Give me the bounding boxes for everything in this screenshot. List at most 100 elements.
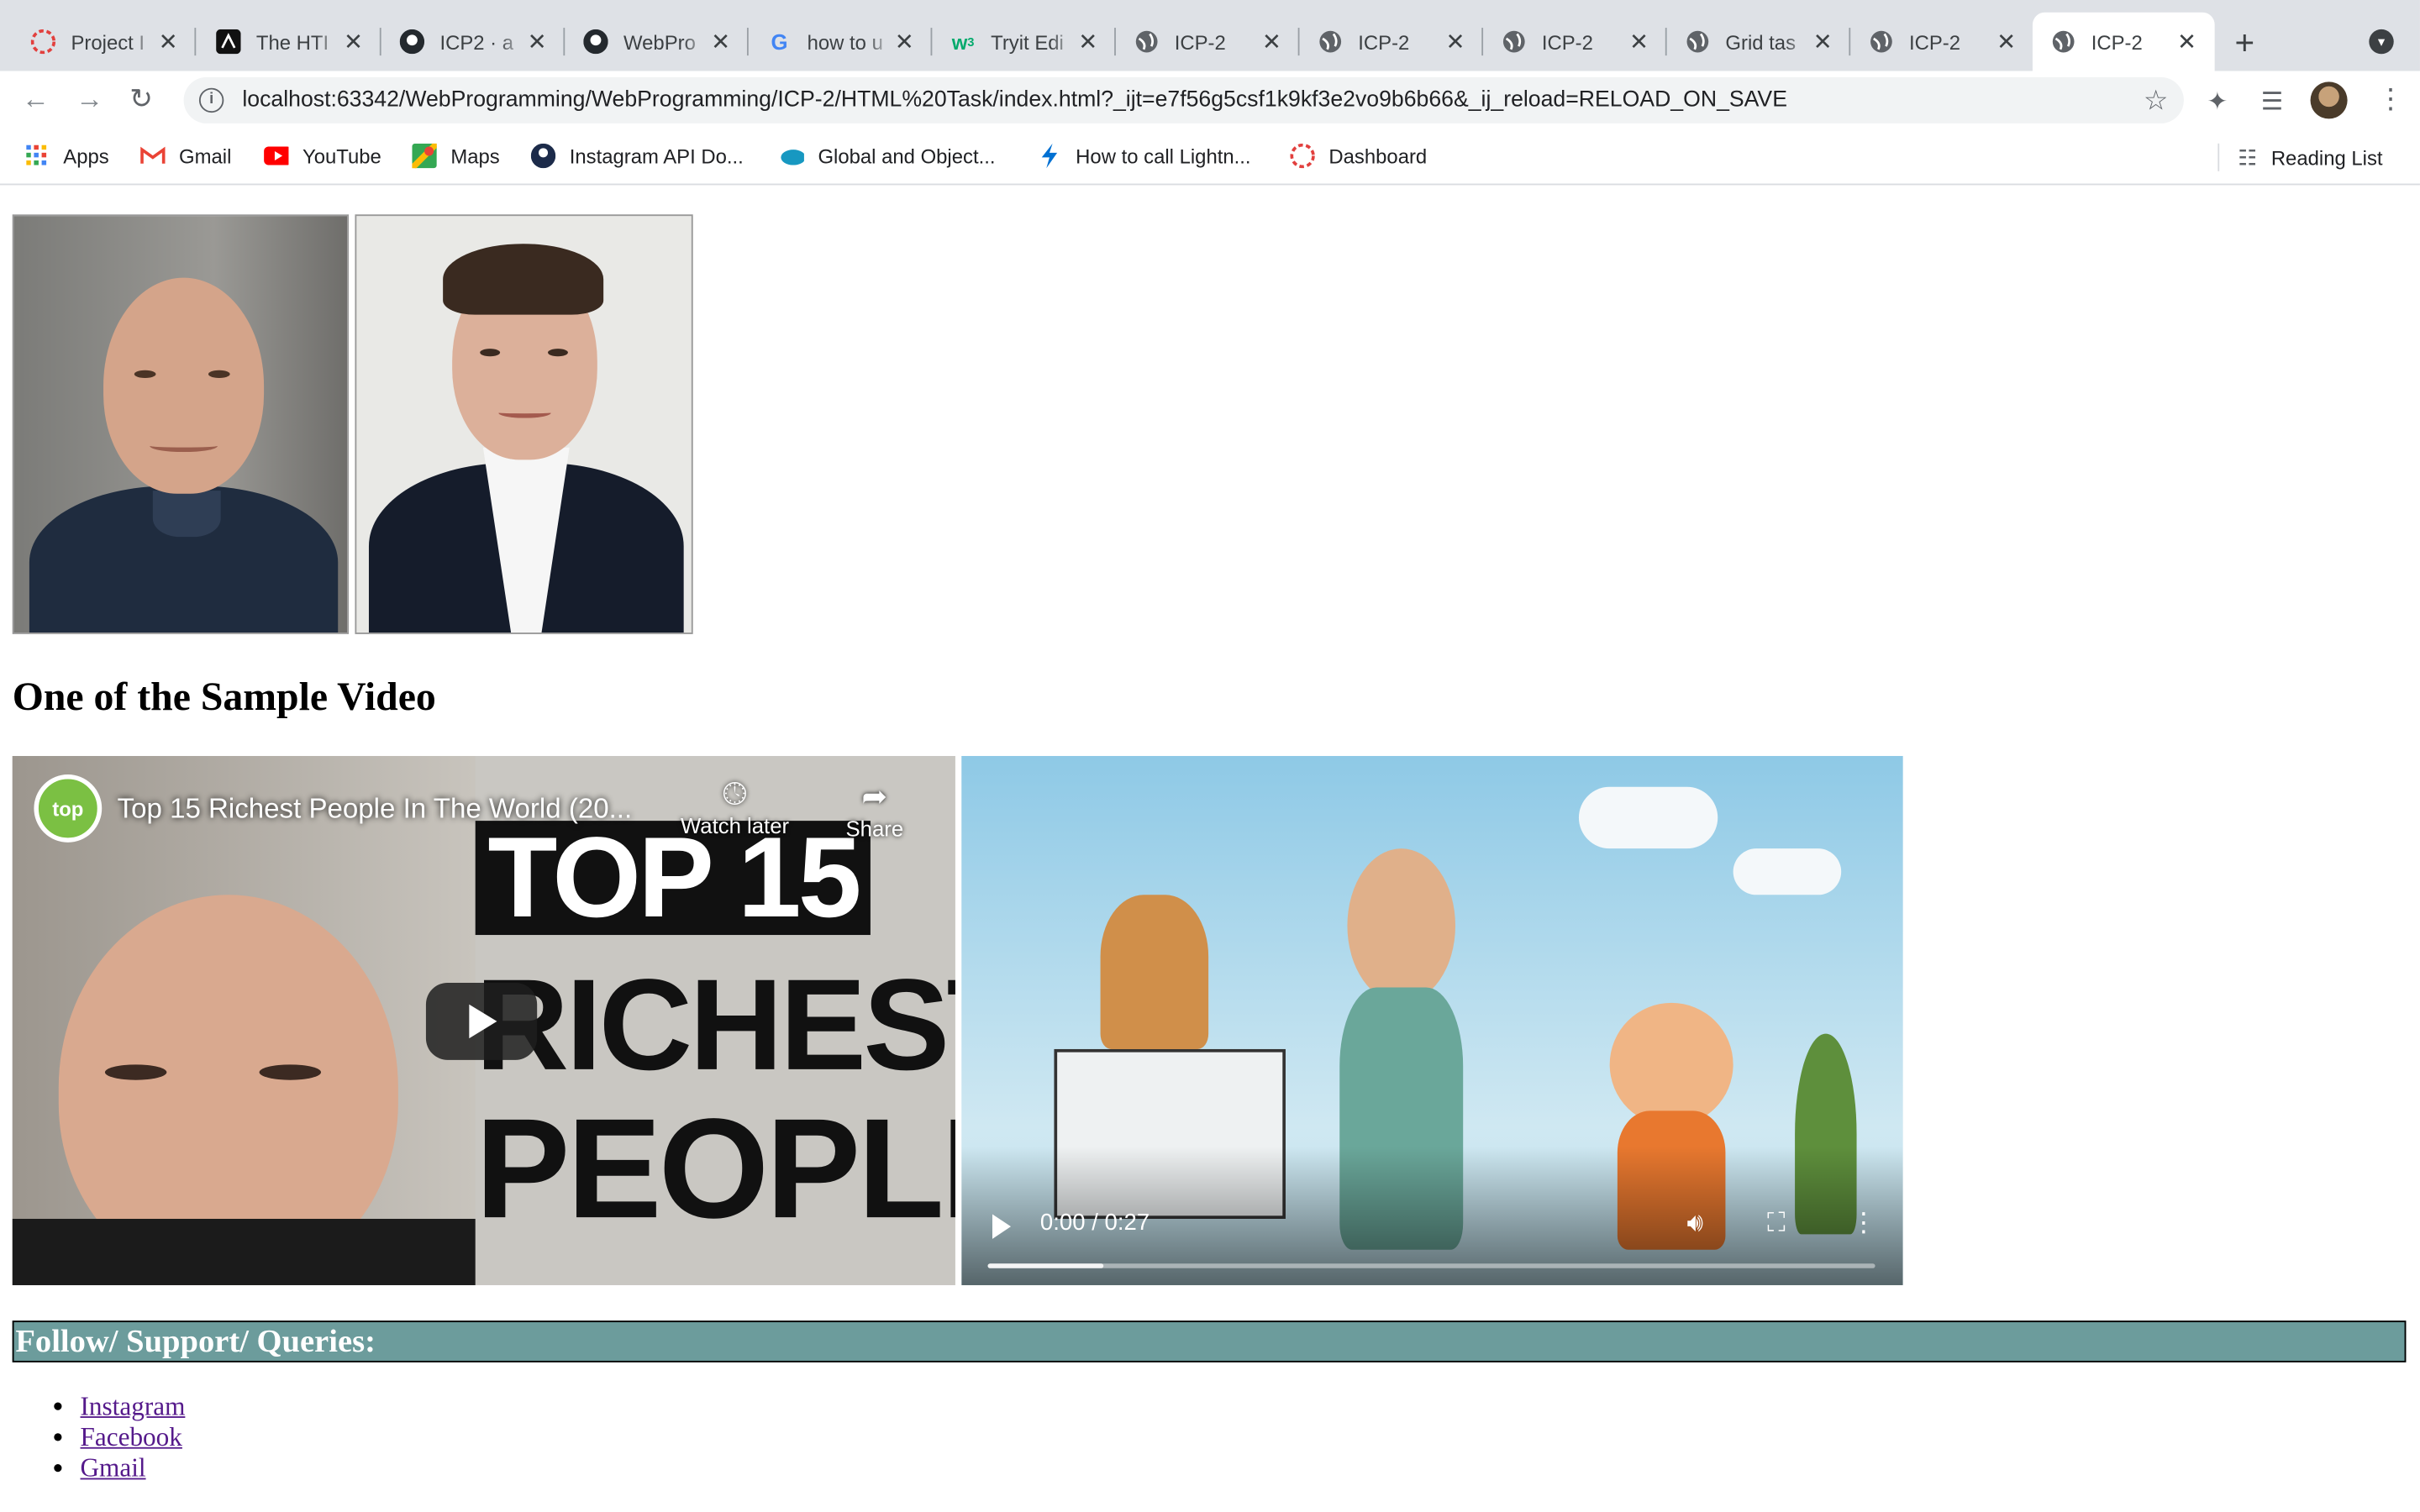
tab-title: Tryit Edi [991, 29, 1064, 54]
tab-title: ICP-2 [1174, 29, 1226, 54]
bookmark-star-icon[interactable]: ☆ [2144, 84, 2169, 117]
tab-1[interactable]: The HTI ✕ [197, 13, 381, 71]
tab-title: Grid tas [1725, 29, 1797, 54]
close-icon[interactable]: ✕ [2175, 28, 2199, 55]
tab-strip: Project I ✕ The HTI ✕ ICP2 · a ✕ WebPro … [0, 0, 2420, 71]
reload-icon[interactable]: ↻ [129, 83, 153, 116]
close-icon[interactable]: ✕ [1810, 28, 1834, 55]
globe-icon [1318, 29, 1343, 54]
cloud-icon [780, 144, 804, 168]
volume-icon[interactable]: 🔊︎ [1687, 1208, 1704, 1239]
tab-8[interactable]: ICP-2 ✕ [1483, 13, 1667, 71]
gmail-link[interactable]: Gmail [81, 1453, 146, 1483]
watch-later-button[interactable]: 🕓︎ Watch later [681, 778, 789, 838]
facebook-link[interactable]: Facebook [81, 1422, 182, 1452]
tab-11-active[interactable]: ICP-2 ✕ [2032, 12, 2215, 71]
bookmark-label: Maps [450, 144, 500, 168]
bookmark-instagram-api[interactable]: Instagram API Do... [530, 143, 744, 169]
video-title[interactable]: Top 15 Richest People In The World (20..… [118, 793, 633, 826]
tab-3[interactable]: WebPro ✕ [565, 13, 749, 71]
close-icon[interactable]: ✕ [1627, 28, 1651, 55]
list-item: Instagram [81, 1392, 186, 1423]
reading-list-icon: ☷ [2238, 144, 2258, 170]
media-queue-icon[interactable]: ☰ [2261, 87, 2283, 118]
share-label: Share [845, 816, 904, 842]
bookmark-lightning[interactable]: How to call Lightn... [1037, 143, 1251, 169]
more-options-kebab-icon[interactable]: ⋮ [1850, 1208, 1876, 1239]
bookmark-maps[interactable]: Maps [412, 143, 500, 169]
bookmark-label: YouTube [302, 144, 381, 168]
page-viewport[interactable]: One of the Sample Video TOP 15 RICHEST P… [0, 186, 2420, 1512]
share-button[interactable]: ➦ Share [846, 778, 904, 841]
forward-arrow-icon[interactable]: → [76, 83, 103, 116]
salesforce-icon [30, 29, 56, 55]
bookmark-youtube[interactable]: YouTube [264, 144, 381, 168]
bookmark-gmail[interactable]: Gmail [140, 144, 231, 168]
new-tab-plus-icon[interactable]: + [2235, 24, 2255, 64]
github-icon [583, 29, 608, 55]
back-arrow-icon[interactable]: ← [22, 83, 50, 116]
tab-0[interactable]: Project I ✕ [13, 13, 197, 71]
thumbnail-headline-1: TOP 15 [475, 820, 871, 936]
profile-avatar[interactable] [2310, 81, 2348, 119]
youtube-embed[interactable]: TOP 15 RICHEST PEOPLE top Top 15 Richest… [12, 755, 955, 1285]
close-icon[interactable]: ✕ [341, 28, 366, 55]
close-icon[interactable]: ✕ [524, 28, 549, 55]
menu-kebab-icon[interactable]: ⋮ [2377, 83, 2405, 116]
tab-7[interactable]: ICP-2 ✕ [1300, 13, 1484, 71]
tab-title: ICP-2 [1908, 29, 1961, 54]
reading-list-button[interactable]: ☷ Reading List [2217, 143, 2383, 171]
bookmark-global-object[interactable]: Global and Object... [780, 144, 995, 168]
close-icon[interactable]: ✕ [156, 28, 181, 55]
tab-6[interactable]: ICP-2 ✕ [1116, 13, 1300, 71]
site-info-icon[interactable]: i [198, 87, 224, 113]
video-progress-bar[interactable] [987, 1263, 1876, 1268]
html5-video-player[interactable]: 0:00 / 0:27 🔊︎ ⛶ ⋮ [961, 755, 1903, 1285]
tab-10[interactable]: ICP-2 ✕ [1850, 13, 2034, 71]
apps-grid-icon [24, 144, 49, 168]
browser-toolbar: ← → ↻ i localhost:63342/WebProgramming/W… [0, 71, 2420, 130]
follow-heading: Follow/ Support/ Queries: [12, 1320, 2407, 1362]
video-time: 0:00 / 0:27 [1039, 1209, 1150, 1236]
tab-title: The HTI [255, 29, 329, 54]
clock-icon: 🕓︎ [722, 777, 748, 812]
social-links-list: Instagram Facebook Gmail [81, 1392, 186, 1484]
tab-4[interactable]: G how to u ✕ [749, 13, 933, 71]
close-icon[interactable]: ✕ [892, 28, 917, 55]
thumbnail-headline-3: PEOPLE [475, 1090, 955, 1248]
bookmark-dashboard[interactable]: Dashboard [1290, 143, 1427, 169]
instagram-link[interactable]: Instagram [81, 1392, 186, 1421]
bookmark-label: Apps [63, 144, 109, 168]
google-icon: G [771, 29, 788, 55]
reading-list-label: Reading List [2270, 145, 2383, 170]
close-icon[interactable]: ✕ [1443, 28, 1467, 55]
close-icon[interactable]: ✕ [1076, 28, 1100, 55]
github-icon [399, 29, 425, 55]
url-text[interactable]: localhost:63342/WebProgramming/WebProgra… [242, 88, 2144, 113]
close-icon[interactable]: ✕ [708, 28, 733, 55]
tab-search-chevron-icon[interactable]: ▾ [2369, 29, 2394, 55]
extensions-puzzle-icon[interactable]: ✦ [2207, 87, 2228, 118]
tab-title: ICP2 · a [439, 29, 514, 54]
address-bar[interactable]: i localhost:63342/WebProgramming/WebProg… [183, 76, 2184, 123]
instagram-icon [530, 143, 556, 169]
tab-2[interactable]: ICP2 · a ✕ [381, 13, 566, 71]
gmail-icon [140, 144, 166, 168]
video-section-heading: One of the Sample Video [12, 674, 436, 719]
portrait-image-2 [355, 214, 693, 634]
play-icon[interactable] [992, 1214, 1012, 1239]
tab-5[interactable]: w3 Tryit Edi ✕ [932, 13, 1116, 71]
tab-9[interactable]: Grid tas ✕ [1667, 13, 1851, 71]
youtube-play-button[interactable] [425, 982, 538, 1060]
bookmark-apps[interactable]: Apps [24, 144, 109, 168]
bookmarks-bar: Apps Gmail YouTube Maps Instagram API Do… [0, 129, 2420, 186]
youtube-icon [264, 144, 289, 168]
close-icon[interactable]: ✕ [1994, 28, 2018, 55]
list-item: Facebook [81, 1422, 186, 1453]
bookmark-label: How to call Lightn... [1076, 144, 1251, 168]
fullscreen-icon[interactable]: ⛶ [1767, 1208, 1786, 1239]
globe-icon [1686, 29, 1710, 54]
channel-logo[interactable]: top [34, 774, 103, 843]
portrait-image-1 [12, 214, 350, 634]
close-icon[interactable]: ✕ [1260, 28, 1284, 55]
